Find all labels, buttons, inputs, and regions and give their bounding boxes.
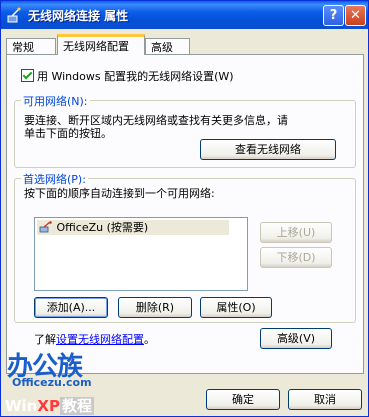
properties-dialog: 无线网络连接 属性 ? ✕ 常规 无线网络配置 高级 用 Windows 配置我…: [0, 0, 369, 417]
watermark-win: Win: [5, 397, 38, 415]
network-properties-button[interactable]: 属性(O): [200, 297, 272, 318]
learn-more-text: 了解设置无线网络配置。: [34, 331, 155, 347]
move-down-button[interactable]: 下移(D): [260, 247, 332, 268]
learn-more-prefix: 了解: [34, 333, 56, 346]
tab-wireless-networks[interactable]: 无线网络配置: [57, 34, 145, 55]
remove-network-button[interactable]: 删除(R): [118, 297, 192, 318]
wireless-network-icon: [39, 221, 52, 233]
available-networks-description-line2: 单击下面的按钮。: [24, 127, 112, 140]
brand-site: Officezu.com: [12, 376, 92, 389]
list-item[interactable]: OfficeZu (按需要): [37, 220, 229, 235]
use-windows-checkbox[interactable]: [21, 69, 34, 82]
preferred-networks-list[interactable]: OfficeZu (按需要): [34, 217, 248, 291]
use-windows-option[interactable]: 用 Windows 配置我的无线网络设置(W): [21, 68, 234, 84]
add-network-button[interactable]: 添加(A)...: [34, 297, 108, 318]
move-up-button[interactable]: 上移(U): [260, 222, 332, 243]
cancel-button[interactable]: 取消: [288, 389, 362, 410]
use-windows-label: 用 Windows 配置我的无线网络设置(W): [37, 70, 234, 83]
watermark-xp: XP: [37, 397, 60, 415]
title-bar[interactable]: 无线网络连接 属性 ? ✕: [1, 1, 368, 29]
learn-more-suffix: 。: [144, 333, 155, 346]
view-wireless-networks-button[interactable]: 查看无线网络: [200, 139, 336, 160]
network-name: OfficeZu (按需要): [56, 221, 149, 234]
window-title: 无线网络连接 属性: [28, 9, 129, 23]
watermark-tutorial: 教程: [59, 397, 94, 415]
advanced-settings-button[interactable]: 高级(V): [260, 328, 332, 349]
network-connection-icon: [7, 7, 21, 23]
winxp-watermark: WinXP 教程: [5, 395, 155, 416]
learn-more-link[interactable]: 设置无线网络配置: [56, 333, 144, 346]
ok-button[interactable]: 确定: [206, 389, 280, 410]
close-button[interactable]: ✕: [345, 5, 366, 26]
preferred-networks-description: 按下面的顺序自动连接到一个可用网络:: [24, 187, 215, 200]
help-button[interactable]: ?: [323, 5, 344, 26]
available-networks-legend: 可用网络(N):: [21, 93, 90, 109]
